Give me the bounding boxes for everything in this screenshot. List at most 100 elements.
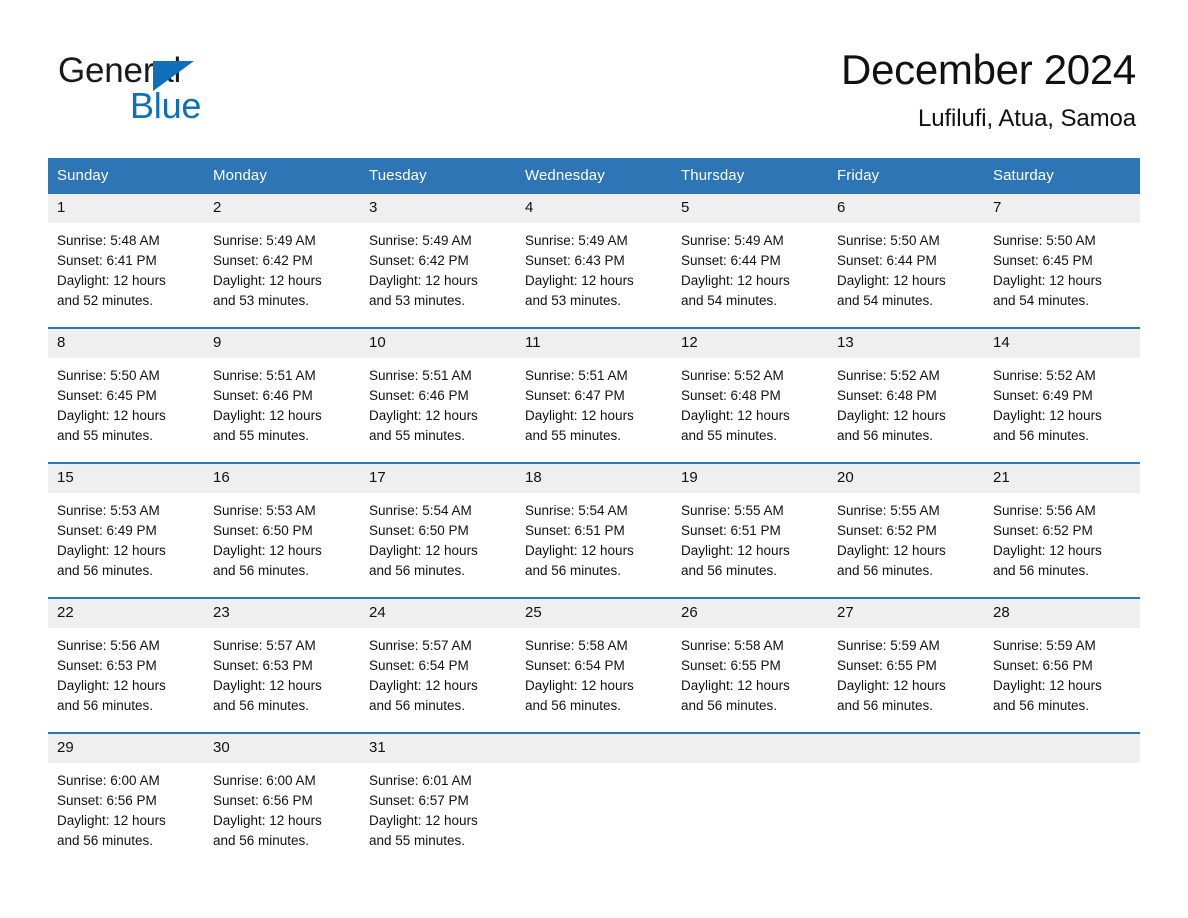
day-cell[interactable]: 9 Sunrise: 5:51 AM Sunset: 6:46 PM Daylight…: [204, 327, 360, 463]
day-cell[interactable]: 6 Sunrise: 5:50 AM Sunset: 6:44 PM Daylight…: [828, 194, 984, 328]
day-info: Sunrise: 5:53 AM Sunset: 6:50 PM Daylight:…: [204, 493, 360, 581]
day-cell[interactable]: 3 Sunrise: 5:49 AM Sunset: 6:42 PM Daylight…: [360, 194, 516, 328]
day-cell[interactable]: 18 Sunrise: 5:54 AM Sunset: 6:51 PM Dayligh…: [516, 462, 672, 598]
day-number: [516, 734, 672, 763]
sunset-text: Sunset: 6:56 PM: [57, 793, 157, 808]
day-cell[interactable]: 24 Sunrise: 5:57 AM Sunset: 6:54 PM Dayligh…: [360, 597, 516, 733]
sunset-text: Sunset: 6:52 PM: [837, 523, 937, 538]
sunrise-text: Sunrise: 5:51 AM: [525, 368, 628, 383]
day-cell[interactable]: 17 Sunrise: 5:54 AM Sunset: 6:50 PM Dayligh…: [360, 462, 516, 598]
day-info: Sunrise: 5:55 AM Sunset: 6:51 PM Daylight:…: [672, 493, 828, 581]
day-cell[interactable]: 14 Sunrise: 5:52 AM Sunset: 6:49 PM Dayligh…: [984, 327, 1140, 463]
sunrise-text: Sunrise: 5:50 AM: [57, 368, 160, 383]
day-cell[interactable]: 15 Sunrise: 5:53 AM Sunset: 6:49 PM Dayligh…: [48, 462, 204, 598]
daylight-text-line2: and 56 minutes.: [681, 563, 778, 578]
daylight-text-line2: and 55 minutes.: [369, 833, 466, 848]
day-cell[interactable]: 16 Sunrise: 5:53 AM Sunset: 6:50 PM Dayligh…: [204, 462, 360, 598]
day-cell[interactable]: 12 Sunrise: 5:52 AM Sunset: 6:48 PM Dayligh…: [672, 327, 828, 463]
day-cell[interactable]: 27 Sunrise: 5:59 AM Sunset: 6:55 PM Dayligh…: [828, 597, 984, 733]
day-info: Sunrise: 5:56 AM Sunset: 6:52 PM Daylight:…: [984, 493, 1140, 581]
day-cell-empty: [672, 732, 828, 867]
daylight-text-line1: Daylight: 12 hours: [993, 273, 1102, 288]
day-info: Sunrise: 5:59 AM Sunset: 6:55 PM Daylight:…: [828, 628, 984, 716]
day-number: 14: [984, 329, 1140, 358]
daylight-text-line1: Daylight: 12 hours: [369, 273, 478, 288]
day-number: 21: [984, 464, 1140, 493]
day-cell[interactable]: 25 Sunrise: 5:58 AM Sunset: 6:54 PM Dayligh…: [516, 597, 672, 733]
sunset-text: Sunset: 6:54 PM: [525, 658, 625, 673]
day-cell[interactable]: 19 Sunrise: 5:55 AM Sunset: 6:51 PM Dayligh…: [672, 462, 828, 598]
day-info: Sunrise: 5:58 AM Sunset: 6:55 PM Daylight:…: [672, 628, 828, 716]
weekday-header-thursday: Thursday: [672, 158, 828, 194]
daylight-text-line1: Daylight: 12 hours: [57, 273, 166, 288]
day-info: Sunrise: 5:48 AM Sunset: 6:41 PM Daylight:…: [48, 223, 204, 311]
day-cell[interactable]: 30 Sunrise: 6:00 AM Sunset: 6:56 PM Dayligh…: [204, 732, 360, 867]
daylight-text-line2: and 56 minutes.: [837, 563, 934, 578]
daylight-text-line2: and 56 minutes.: [57, 698, 154, 713]
day-cell[interactable]: 8 Sunrise: 5:50 AM Sunset: 6:45 PM Daylight…: [48, 327, 204, 463]
day-number: 31: [360, 734, 516, 763]
day-info: Sunrise: 5:54 AM Sunset: 6:50 PM Daylight:…: [360, 493, 516, 581]
day-info: Sunrise: 5:58 AM Sunset: 6:54 PM Daylight:…: [516, 628, 672, 716]
weekday-header-sunday: Sunday: [48, 158, 204, 194]
day-cell[interactable]: 20 Sunrise: 5:55 AM Sunset: 6:52 PM Dayligh…: [828, 462, 984, 598]
sunset-text: Sunset: 6:44 PM: [681, 253, 781, 268]
day-cell[interactable]: 31 Sunrise: 6:01 AM Sunset: 6:57 PM Dayligh…: [360, 732, 516, 867]
sunset-text: Sunset: 6:45 PM: [993, 253, 1093, 268]
day-cell[interactable]: 2 Sunrise: 5:49 AM Sunset: 6:42 PM Daylight…: [204, 194, 360, 328]
daylight-text-line2: and 56 minutes.: [57, 563, 154, 578]
daylight-text-line1: Daylight: 12 hours: [57, 408, 166, 423]
day-cell[interactable]: 29 Sunrise: 6:00 AM Sunset: 6:56 PM Dayligh…: [48, 732, 204, 867]
daylight-text-line1: Daylight: 12 hours: [837, 543, 946, 558]
day-cell[interactable]: 23 Sunrise: 5:57 AM Sunset: 6:53 PM Dayligh…: [204, 597, 360, 733]
daylight-text-line2: and 55 minutes.: [57, 428, 154, 443]
day-info: Sunrise: 5:52 AM Sunset: 6:48 PM Daylight:…: [672, 358, 828, 446]
sunset-text: Sunset: 6:46 PM: [369, 388, 469, 403]
sunset-text: Sunset: 6:51 PM: [525, 523, 625, 538]
day-info: Sunrise: 5:55 AM Sunset: 6:52 PM Daylight:…: [828, 493, 984, 581]
daylight-text-line1: Daylight: 12 hours: [525, 273, 634, 288]
day-cell[interactable]: 28 Sunrise: 5:59 AM Sunset: 6:56 PM Dayligh…: [984, 597, 1140, 733]
day-number: 19: [672, 464, 828, 493]
day-info: Sunrise: 5:50 AM Sunset: 6:45 PM Daylight:…: [984, 223, 1140, 311]
daylight-text-line1: Daylight: 12 hours: [369, 408, 478, 423]
day-info: Sunrise: 5:49 AM Sunset: 6:43 PM Daylight:…: [516, 223, 672, 311]
day-cell[interactable]: 1 Sunrise: 5:48 AM Sunset: 6:41 PM Daylight…: [48, 194, 204, 328]
day-number: 16: [204, 464, 360, 493]
day-cell[interactable]: 11 Sunrise: 5:51 AM Sunset: 6:47 PM Dayligh…: [516, 327, 672, 463]
page-header: General Blue December 2024 Lufilufi, Atu…: [0, 0, 1188, 155]
daylight-text-line1: Daylight: 12 hours: [993, 678, 1102, 693]
sunset-text: Sunset: 6:50 PM: [213, 523, 313, 538]
day-cell[interactable]: 13 Sunrise: 5:52 AM Sunset: 6:48 PM Dayligh…: [828, 327, 984, 463]
daylight-text-line1: Daylight: 12 hours: [525, 678, 634, 693]
daylight-text-line1: Daylight: 12 hours: [681, 678, 790, 693]
sunset-text: Sunset: 6:49 PM: [993, 388, 1093, 403]
day-cell[interactable]: 7 Sunrise: 5:50 AM Sunset: 6:45 PM Daylight…: [984, 194, 1140, 328]
sunset-text: Sunset: 6:42 PM: [369, 253, 469, 268]
sunset-text: Sunset: 6:46 PM: [213, 388, 313, 403]
daylight-text-line1: Daylight: 12 hours: [837, 273, 946, 288]
day-cell[interactable]: 26 Sunrise: 5:58 AM Sunset: 6:55 PM Dayligh…: [672, 597, 828, 733]
sunset-text: Sunset: 6:44 PM: [837, 253, 937, 268]
day-number: 23: [204, 599, 360, 628]
daylight-text-line2: and 52 minutes.: [57, 293, 154, 308]
day-cell[interactable]: 21 Sunrise: 5:56 AM Sunset: 6:52 PM Dayligh…: [984, 462, 1140, 598]
general-blue-logo[interactable]: General Blue: [58, 52, 318, 126]
day-info: Sunrise: 5:52 AM Sunset: 6:49 PM Daylight:…: [984, 358, 1140, 446]
day-cell[interactable]: 5 Sunrise: 5:49 AM Sunset: 6:44 PM Daylight…: [672, 194, 828, 328]
daylight-text-line1: Daylight: 12 hours: [213, 678, 322, 693]
weekday-header-monday: Monday: [204, 158, 360, 194]
daylight-text-line2: and 55 minutes.: [213, 428, 310, 443]
day-number: 3: [360, 194, 516, 223]
day-number: 8: [48, 329, 204, 358]
week-row: 22 Sunrise: 5:56 AM Sunset: 6:53 PM Dayligh…: [48, 597, 1140, 733]
day-number: 27: [828, 599, 984, 628]
day-info: [516, 763, 672, 771]
daylight-text-line1: Daylight: 12 hours: [993, 408, 1102, 423]
day-info: [672, 763, 828, 771]
day-number: 15: [48, 464, 204, 493]
day-number: 17: [360, 464, 516, 493]
day-cell[interactable]: 22 Sunrise: 5:56 AM Sunset: 6:53 PM Dayligh…: [48, 597, 204, 733]
day-cell[interactable]: 4 Sunrise: 5:49 AM Sunset: 6:43 PM Daylight…: [516, 194, 672, 328]
day-cell[interactable]: 10 Sunrise: 5:51 AM Sunset: 6:46 PM Dayligh…: [360, 327, 516, 463]
